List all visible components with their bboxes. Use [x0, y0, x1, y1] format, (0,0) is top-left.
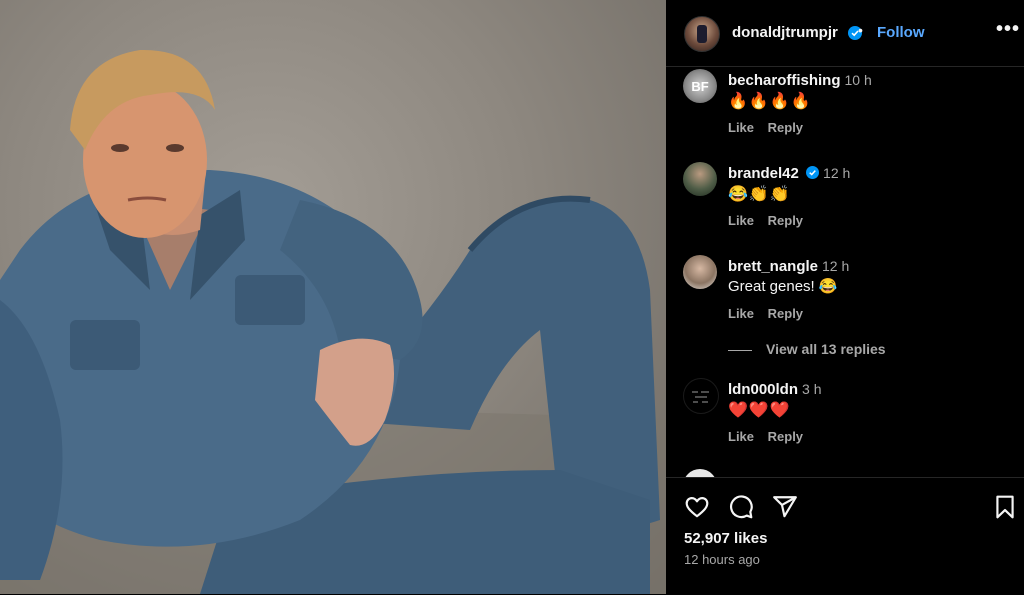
heart-icon[interactable] [684, 494, 710, 520]
comment-time: 12 h [823, 165, 851, 181]
post-header: donaldjtrumpjr • Follow ••• [666, 0, 1024, 67]
post-image[interactable] [0, 0, 666, 594]
username-text[interactable]: becharoffishing [728, 72, 841, 89]
username-text[interactable]: brandel42 [728, 165, 799, 182]
post-side-panel: donaldjtrumpjr • Follow ••• BF becharoff… [666, 0, 1024, 595]
commenter-avatar[interactable] [683, 378, 719, 414]
avatar-scribble-icon [692, 391, 709, 403]
avatar-monogram: BF [691, 78, 709, 94]
post-timestamp: 12 hours ago [684, 552, 760, 567]
reply-comment-button[interactable]: Reply [768, 213, 803, 228]
commenter-username[interactable]: brandel42 12 h [728, 165, 850, 182]
view-replies-button[interactable]: View all 13 replies [728, 341, 886, 357]
commenter-username[interactable]: brett_nangle 12 h [728, 258, 849, 275]
commenter-username[interactable]: becharoffishing 10 h [728, 72, 872, 89]
view-replies-label[interactable]: View all 13 replies [766, 341, 886, 357]
username-text[interactable]: ldn000ldn [728, 381, 798, 398]
comments-list[interactable]: BF becharoffishing 10 h 🔥🔥🔥🔥 Like Reply b… [666, 67, 1024, 477]
follow-button[interactable]: Follow [877, 24, 925, 41]
comment-icon[interactable] [728, 494, 754, 520]
commenter-avatar[interactable]: BF [683, 69, 717, 103]
reply-comment-button[interactable]: Reply [768, 120, 803, 135]
commenter-avatar[interactable] [683, 255, 717, 289]
comment-text: 😂👏👏 [728, 186, 791, 203]
verified-badge-icon [806, 166, 820, 179]
like-comment-button[interactable]: Like [728, 306, 754, 321]
comment-actions: Like Reply [728, 213, 813, 228]
comment-text: ❤️❤️❤️ [728, 402, 791, 419]
comment-actions: Like Reply [728, 429, 813, 444]
reply-comment-button[interactable]: Reply [768, 306, 803, 321]
commenter-username[interactable]: ldn000ldn 3 h [728, 381, 821, 398]
likes-count[interactable]: 52,907 likes [684, 530, 767, 547]
comment-actions: Like Reply [728, 306, 813, 321]
author-avatar[interactable] [684, 16, 720, 52]
header-separator: • [858, 22, 863, 38]
commenter-avatar[interactable] [683, 469, 717, 477]
more-options-icon[interactable]: ••• [996, 18, 1020, 41]
like-comment-button[interactable]: Like [728, 213, 754, 228]
commenter-avatar[interactable] [683, 162, 717, 196]
like-comment-button[interactable]: Like [728, 120, 754, 135]
comment-actions: Like Reply [728, 120, 813, 135]
post-image-illustration [0, 49, 666, 594]
like-comment-button[interactable]: Like [728, 429, 754, 444]
username-text[interactable]: brett_nangle [728, 258, 818, 275]
bookmark-icon[interactable] [992, 494, 1018, 520]
post-actions-bar: 52,907 likes 12 hours ago [666, 477, 1024, 595]
comment-text: 🔥🔥🔥🔥 [728, 93, 812, 110]
comment-text: Great genes! 😂 [728, 278, 838, 295]
author-username[interactable]: donaldjtrumpjr [732, 24, 838, 41]
comment-time: 3 h [802, 381, 822, 397]
reply-comment-button[interactable]: Reply [768, 429, 803, 444]
share-icon[interactable] [772, 494, 798, 520]
comment-time: 10 h [844, 72, 872, 88]
comment-time: 12 h [822, 258, 850, 274]
replies-divider-line [728, 349, 752, 351]
